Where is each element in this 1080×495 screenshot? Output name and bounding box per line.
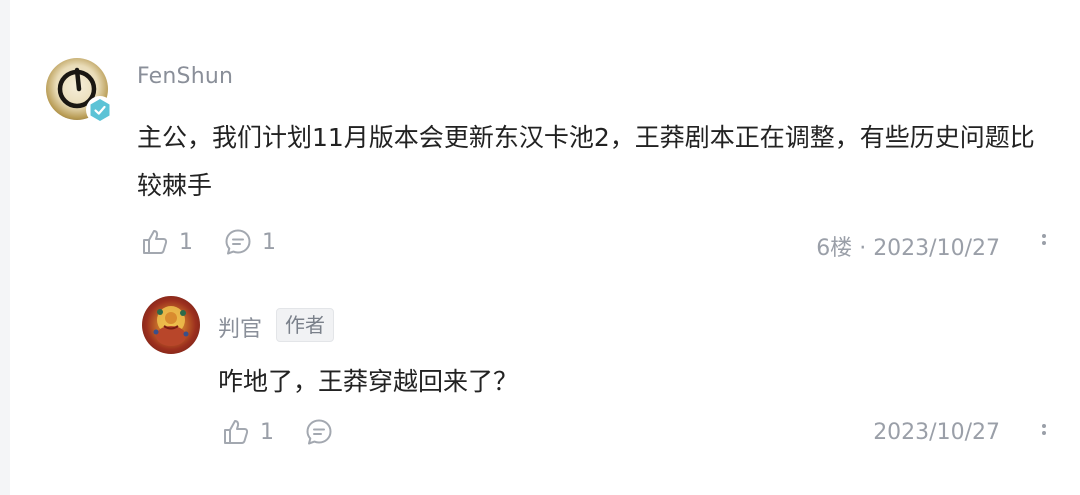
- reply-more-options-icon[interactable]: [1039, 421, 1049, 445]
- comment-meta: 6楼 · 2023/10/27: [780, 230, 1000, 262]
- comment-bubble-icon: [306, 419, 332, 445]
- meta-separator: ·: [859, 236, 867, 261]
- reply-button[interactable]: 1: [224, 228, 276, 256]
- reply-like-count: 1: [260, 419, 274, 445]
- deity-painting-icon: [153, 306, 189, 346]
- like-button[interactable]: 1: [141, 228, 193, 256]
- verified-badge: [86, 96, 114, 124]
- reply-text: 咋地了，王莽穿越回来了？: [218, 367, 519, 396]
- verified-check-icon: [90, 99, 110, 121]
- thumbs-up-icon: [143, 230, 168, 254]
- comment-bubble-icon: [225, 229, 251, 255]
- like-count: 1: [179, 229, 193, 255]
- comment-date: 2023/10/27: [873, 236, 1000, 261]
- floor-number: 6楼: [816, 236, 853, 261]
- comment-username[interactable]: FenShun: [137, 64, 233, 89]
- reply-username[interactable]: 判官: [218, 311, 262, 343]
- reply-avatar[interactable]: [142, 296, 200, 354]
- reply-date: 2023/10/27: [873, 420, 1000, 445]
- more-options-icon[interactable]: [1039, 231, 1049, 255]
- author-badge: 作者: [276, 308, 334, 342]
- reply-count: 1: [262, 229, 276, 255]
- comment-text: 主公，我们计划11月版本会更新东汉卡池2，王莽剧本正在调整，有些历史问题比较棘手: [137, 123, 1035, 200]
- reply-reply-button[interactable]: [305, 418, 333, 446]
- reply-like-button[interactable]: 1: [222, 418, 274, 446]
- left-edge-strip: [0, 0, 10, 495]
- thumbs-up-icon: [224, 420, 249, 444]
